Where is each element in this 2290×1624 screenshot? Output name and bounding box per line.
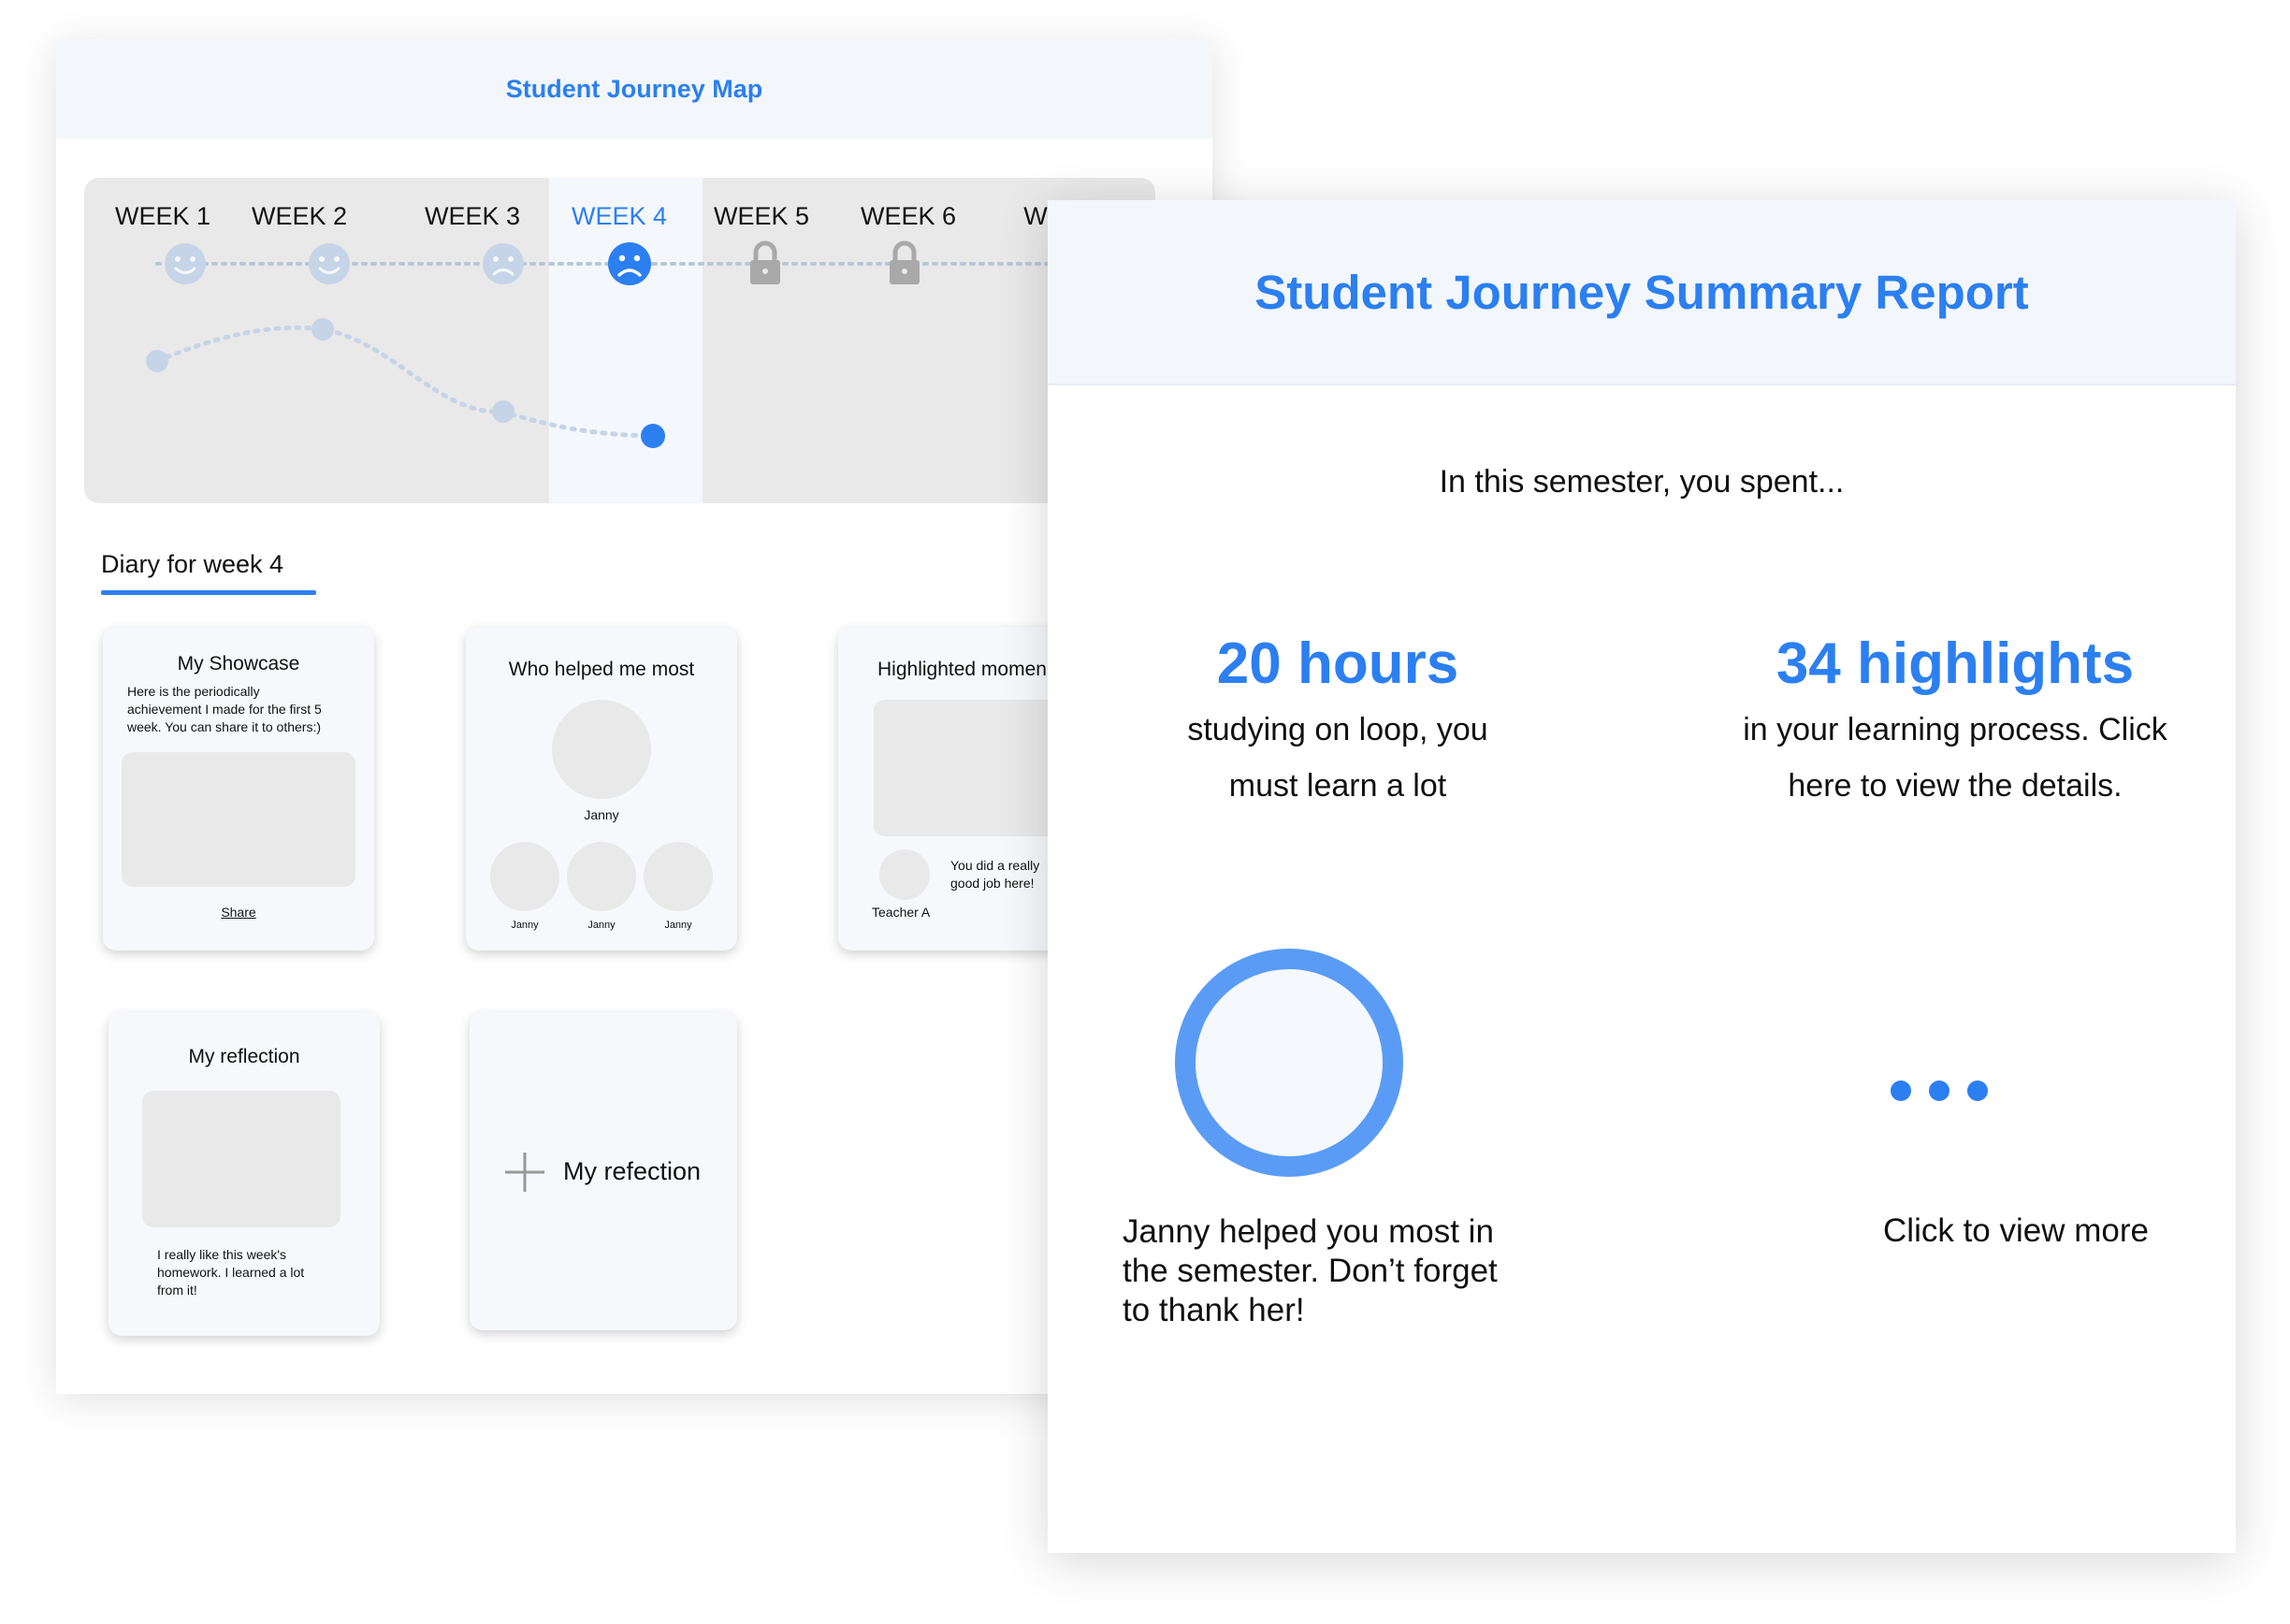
hours-stat-desc-line-2: must learn a lot [1228, 768, 1447, 804]
top-helper-message: Janny helped you most in the semester. D… [1123, 1212, 1572, 1330]
mood-timeline-graphic [146, 240, 1155, 448]
diary-tab[interactable]: Diary for week 4 [101, 550, 283, 579]
commenter-name: Teacher A [872, 905, 931, 920]
showcase-desc-line-3: week. You can share it to others:) [127, 719, 322, 734]
showcase-desc-line-2: achievement I made for the first 5 [127, 702, 322, 717]
helpers-title: Who helped me most [508, 659, 695, 680]
showcase-image-placeholder [122, 752, 355, 887]
summary-report-header: Student Journey Summary Report [1048, 200, 2236, 385]
semester-intro: In this semester, you spent... [1439, 464, 1845, 500]
showcase-card[interactable]: My Showcase Here is the periodically ach… [103, 627, 374, 950]
add-reflection-label: My refection [563, 1157, 702, 1185]
journey-map-header: Student Journey Map [56, 39, 1212, 138]
top-helper-message-line-1: Janny helped you most in [1123, 1213, 1494, 1250]
plus-icon [505, 1153, 544, 1192]
top-helper-avatar[interactable] [552, 700, 651, 799]
reflection-card[interactable]: My reflection I really like this week's … [109, 1012, 380, 1336]
top-helper-name: Janny [584, 807, 619, 822]
happy-face-icon [165, 243, 206, 284]
mood-point-week-4 [641, 424, 665, 448]
add-reflection-card[interactable]: My refection [470, 1012, 737, 1330]
helper-avatar[interactable] [490, 842, 559, 911]
sad-face-icon [483, 243, 524, 284]
reflection-text-line-2: homework. I learned a lot [157, 1265, 305, 1280]
top-helper-message-line-2: the semester. Don’t forget [1123, 1253, 1498, 1289]
sad-face-icon [608, 242, 651, 285]
highlights-stat-desc-line-2[interactable]: here to view the details. [1684, 758, 2226, 814]
view-more-link[interactable]: Click to view more [1796, 1212, 2236, 1250]
helper-name: Janny [664, 920, 692, 931]
hours-stat-value: 20 hours [1216, 631, 1459, 696]
reflection-text-line-3: from it! [157, 1283, 197, 1298]
highlights-stat-desc-line-1[interactable]: in your learning process. Click [1684, 702, 2226, 758]
week-timeline: WEEK 1 WEEK 2 WEEK 3 WEEK 4 WEEK 5 WEEK … [84, 178, 1155, 503]
journey-map-panel: Student Journey Map WEEK 1 WEEK 2 WEEK 3… [56, 39, 1212, 1394]
top-helper-message-line-3: to thank her! [1123, 1292, 1305, 1328]
showcase-desc-line-1: Here is the periodically [127, 684, 260, 699]
highlights-stat-value[interactable]: 34 highlights [1684, 631, 2226, 697]
reflection-text-line-1: I really like this week's [157, 1247, 287, 1262]
helpers-card[interactable]: Who helped me most Janny Janny Janny Jan… [466, 627, 737, 950]
hours-stat-desc-line-1: studying on loop, you [1187, 712, 1488, 747]
mood-point-week-2 [312, 318, 334, 341]
reflection-title: My reflection [188, 1046, 300, 1067]
helper-avatar[interactable] [644, 842, 713, 911]
happy-face-icon [309, 243, 350, 284]
journey-map-title: Student Journey Map [505, 74, 763, 103]
summary-report-panel: Student Journey Summary Report In this s… [1048, 200, 2236, 1553]
highlight-title: Highlighted momen [877, 659, 1047, 680]
mood-point-week-1 [146, 350, 168, 372]
helper-name: Janny [511, 920, 539, 931]
reflection-image-placeholder [142, 1091, 341, 1227]
lock-icon [890, 240, 920, 284]
helper-avatar[interactable] [567, 842, 636, 911]
mood-curve [154, 325, 656, 439]
mood-point-week-3 [492, 400, 515, 423]
showcase-title: My Showcase [177, 653, 300, 674]
summary-report-title: Student Journey Summary Report [1254, 265, 2029, 319]
commenter-avatar [879, 849, 930, 900]
diary-tab-underline [101, 590, 316, 595]
lock-icon [750, 240, 780, 284]
highlight-comment-line-1: You did a really [950, 858, 1040, 873]
highlight-comment-line-2: good job here! [950, 876, 1035, 891]
top-helper-avatar-ring[interactable] [1175, 949, 1403, 1177]
helper-name: Janny [587, 920, 616, 931]
share-link[interactable]: Share [103, 904, 374, 921]
